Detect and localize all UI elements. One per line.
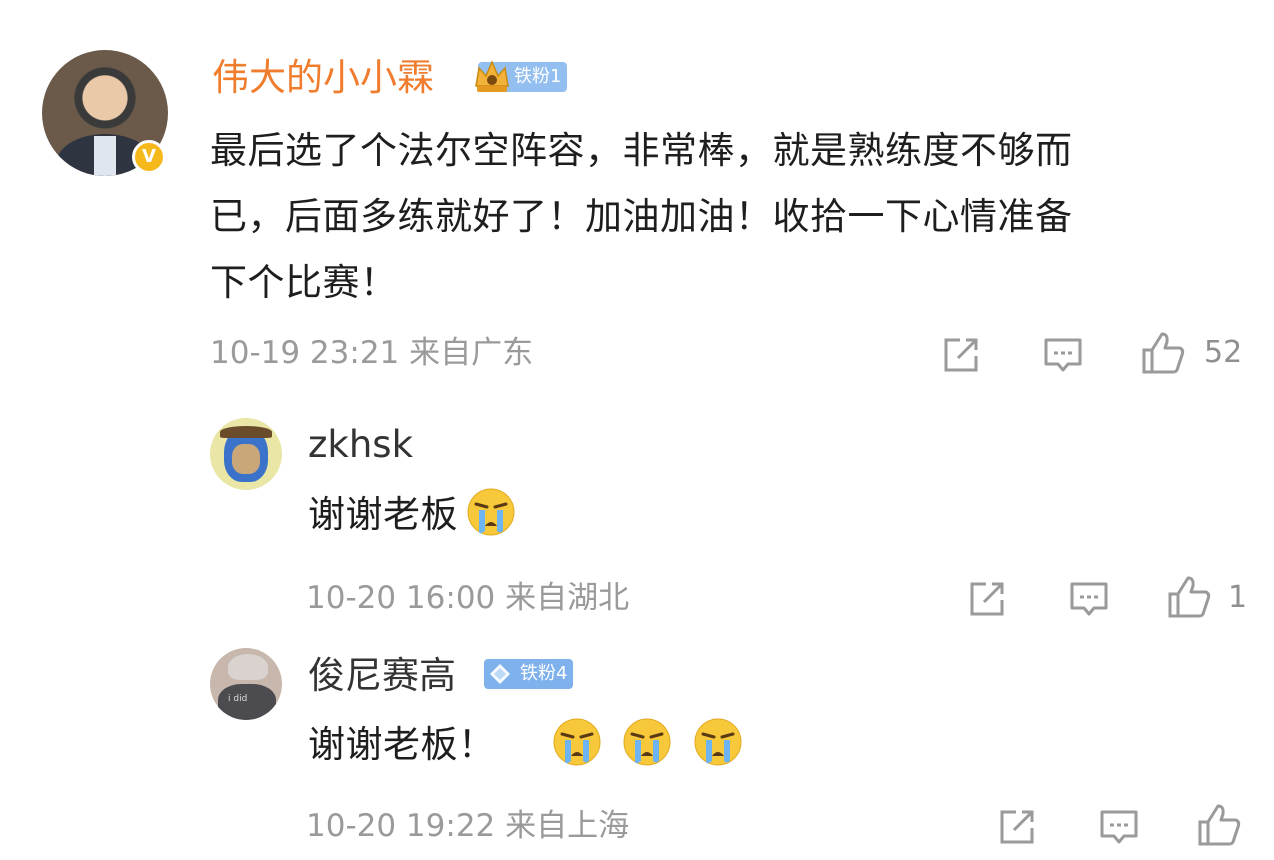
commenter-name[interactable]: 伟大的小小霖 [212, 55, 434, 101]
reply-text-content: 谢谢老板 [308, 493, 458, 536]
share-icon[interactable] [996, 806, 1038, 848]
avatar-face [232, 444, 260, 474]
comment-meta: 10-19 23:21 来自广东 [210, 335, 534, 371]
reply-author-name[interactable]: zkhsk [308, 422, 413, 468]
crying-face-emoji [553, 718, 601, 766]
reply-meta: 10-20 19:22 来自上海 [306, 808, 630, 844]
fan-badge-label: 铁粉1 [514, 66, 562, 87]
reply-text-content: 谢谢老板！ [308, 723, 496, 766]
like-icon[interactable] [1166, 574, 1212, 620]
comment-icon[interactable] [1068, 578, 1110, 620]
share-icon[interactable] [966, 578, 1008, 620]
like-icon[interactable] [1196, 802, 1242, 848]
like-count: 52 [1204, 335, 1243, 370]
avatar-cap [220, 426, 272, 438]
like-count: 1 [1228, 580, 1248, 615]
comment-text: 最后选了个法尔空阵容，非常棒，就是熟练度不够而 已，后面多练就好了！加油加油！收… [210, 118, 1250, 316]
avatar-hair [228, 654, 268, 680]
crown-icon [475, 60, 509, 92]
crying-face-emoji [623, 718, 671, 766]
reply-text: 谢谢老板 [308, 482, 516, 548]
avatar-shirt [94, 136, 116, 176]
reply-author-name[interactable]: 俊尼赛高 [308, 653, 456, 699]
comment-line: 下个比赛！ [210, 261, 398, 304]
crying-face-emoji [694, 718, 742, 766]
like-icon[interactable] [1140, 330, 1186, 376]
verified-badge: V [132, 140, 166, 174]
comment-line: 最后选了个法尔空阵容，非常棒，就是熟练度不够而 [210, 129, 1073, 172]
reply-text: 谢谢老板！ [308, 712, 743, 778]
fan-badge-label: 铁粉4 [520, 663, 568, 684]
comment-icon[interactable] [1042, 334, 1084, 376]
share-icon[interactable] [940, 334, 982, 376]
reply-avatar[interactable] [210, 418, 282, 490]
avatar-text: i did [228, 694, 248, 704]
fan-badge[interactable]: 铁粉4 [484, 659, 574, 689]
comment-line: 已，后面多练就好了！加油加油！收拾一下心情准备 [210, 195, 1073, 238]
reply-meta: 10-20 16:00 来自湖北 [306, 580, 630, 616]
reply-avatar[interactable]: i did [210, 648, 282, 720]
comment-icon[interactable] [1098, 806, 1140, 848]
fan-badge[interactable]: 铁粉1 [475, 60, 568, 92]
diamond-icon [490, 664, 510, 684]
crying-face-emoji [467, 488, 515, 536]
